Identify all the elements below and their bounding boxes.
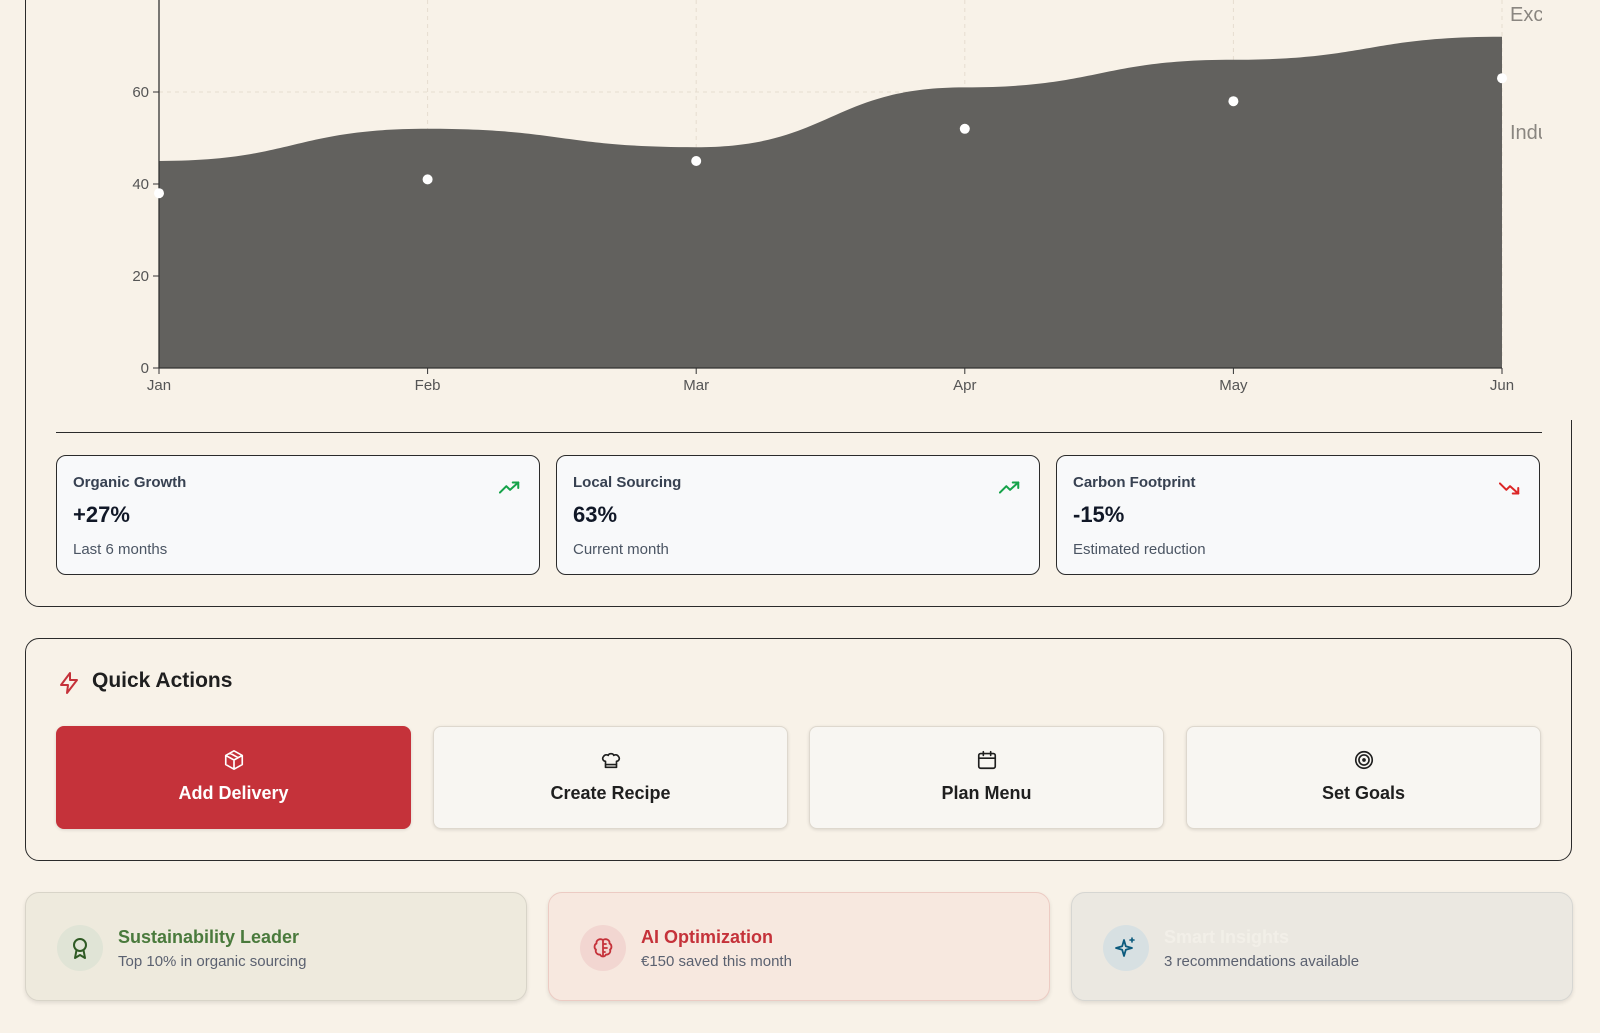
award-icon	[73, 938, 87, 959]
badge-subtitle: 3 recommendations available	[1164, 953, 1360, 970]
legend-label: Exc	[1510, 4, 1543, 26]
add-delivery-button[interactable]: Add Delivery	[56, 726, 411, 829]
sustainability-leader-card: Sustainability Leader Top 10% in organic…	[25, 892, 527, 1001]
trending-down-icon	[1499, 482, 1520, 495]
data-point	[422, 174, 433, 185]
x-tick-label: Apr	[953, 377, 976, 394]
stat-label: Local Sourcing	[573, 474, 682, 491]
chef-hat-icon	[601, 752, 620, 769]
brain-icon-circle	[580, 925, 626, 971]
badge-title: Sustainability Leader	[118, 927, 300, 947]
x-tick-label: Jan	[147, 377, 171, 394]
plan-menu-label: Plan Menu	[941, 783, 1032, 803]
stat-card-carbon-footprint: Carbon Footprint -15% Estimated reductio…	[1056, 455, 1540, 575]
set-goals-button[interactable]: Set Goals	[1186, 726, 1541, 829]
stat-value: 63%	[573, 502, 618, 527]
create-recipe-button[interactable]: Create Recipe	[433, 726, 788, 829]
data-point	[1228, 96, 1239, 107]
stat-subtitle: Current month	[573, 541, 669, 558]
divider	[56, 432, 1542, 433]
data-point	[691, 156, 702, 166]
award-icon-circle	[57, 925, 103, 971]
y-tick-label: 0	[141, 360, 149, 377]
sparkles-icon	[1115, 937, 1135, 957]
stat-value: -15%	[1073, 502, 1125, 527]
stat-label: Organic Growth	[73, 474, 187, 491]
trending-up-icon	[499, 481, 520, 494]
data-point	[1497, 73, 1507, 84]
y-tick-label: 60	[132, 84, 149, 101]
package-icon	[224, 750, 243, 770]
create-recipe-label: Create Recipe	[550, 783, 671, 803]
trending-up-icon	[999, 481, 1020, 494]
legend-clip	[1542, 0, 1572, 420]
x-tick-label: May	[1219, 377, 1248, 394]
badge-subtitle: Top 10% in organic sourcing	[118, 953, 307, 970]
y-tick-label: 20	[132, 268, 149, 285]
stat-subtitle: Estimated reduction	[1073, 541, 1206, 558]
area-chart: 0204060Jan Feb Mar Apr May JunExcIndu	[132, 0, 1572, 420]
badge-title: AI Optimization	[641, 927, 773, 947]
ai-optimization-card: AI Optimization €150 saved this month	[548, 892, 1050, 1001]
brain-icon	[593, 938, 613, 958]
data-point	[959, 123, 970, 134]
stat-subtitle: Last 6 months	[73, 541, 168, 558]
x-tick-label: Feb	[415, 377, 441, 394]
quick-actions-title: Quick Actions	[92, 669, 233, 692]
area-series	[159, 36, 1502, 369]
stat-value: +27%	[73, 502, 130, 527]
smart-insights-card: Smart Insights 3 recommendations availab…	[1071, 892, 1573, 1001]
badge-subtitle: €150 saved this month	[641, 953, 792, 970]
stat-card-local-sourcing: Local Sourcing 63% Current month	[556, 455, 1040, 575]
badge-title: Smart Insights	[1164, 927, 1290, 947]
x-tick-label: Jun	[1490, 377, 1514, 394]
lightning-icon	[60, 672, 78, 694]
stat-card-organic-growth: Organic Growth +27% Last 6 months	[56, 455, 540, 575]
calendar-icon	[977, 750, 996, 770]
x-tick-label: Mar	[683, 377, 709, 394]
data-point	[154, 188, 164, 199]
set-goals-label: Set Goals	[1321, 783, 1406, 803]
plan-menu-button[interactable]: Plan Menu	[809, 726, 1164, 829]
sparkles-icon-circle	[1103, 925, 1149, 971]
y-tick-label: 40	[132, 176, 149, 193]
target-icon	[1354, 750, 1373, 770]
stat-label: Carbon Footprint	[1073, 474, 1196, 491]
add-delivery-label: Add Delivery	[178, 783, 289, 803]
